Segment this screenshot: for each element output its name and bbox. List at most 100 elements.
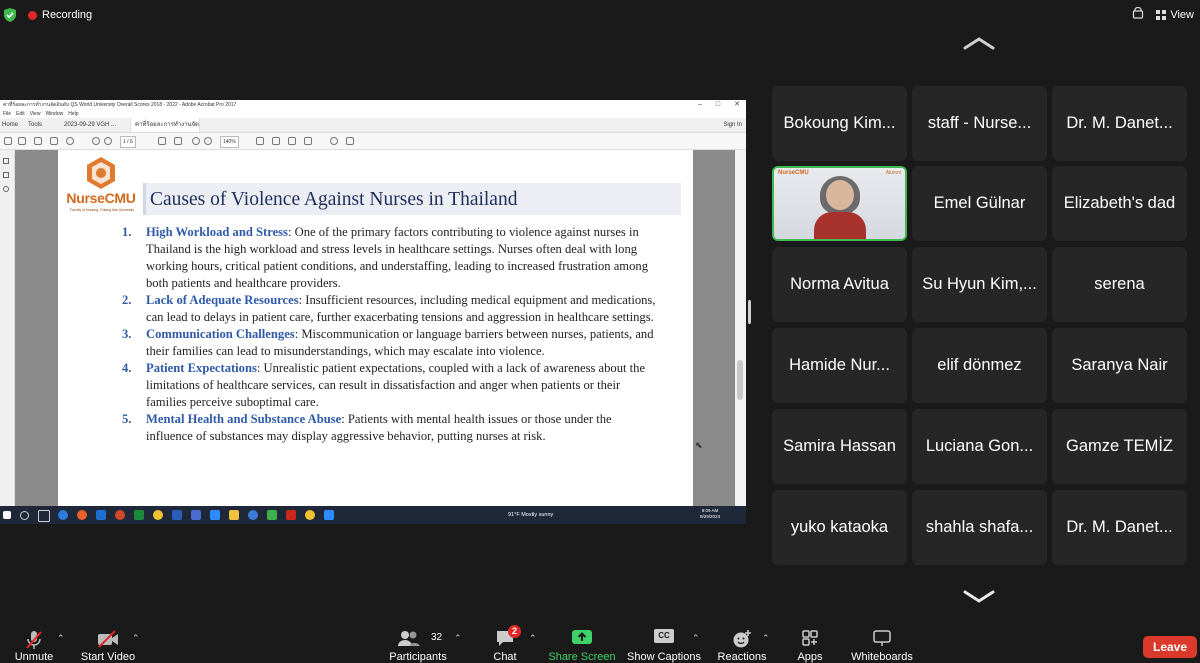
crop-icon[interactable] (256, 137, 264, 145)
menu-view[interactable]: View (30, 110, 41, 118)
menu-edit[interactable]: Edit (16, 110, 25, 118)
scrollbar-thumb[interactable] (737, 360, 743, 400)
active-speaker-tile[interactable]: NurseCMU Alumni (772, 166, 907, 241)
fit-page-icon[interactable] (272, 137, 280, 145)
word-icon[interactable] (172, 510, 182, 520)
participant-tile[interactable]: elif dönmez (912, 328, 1047, 403)
page-indicator[interactable]: 1 / 6 (120, 136, 136, 148)
pen-icon[interactable] (346, 137, 354, 145)
close-icon[interactable]: ✕ (734, 100, 740, 110)
tab-tools[interactable]: Tools (28, 118, 42, 132)
participant-tile[interactable]: Samira Hassan (772, 409, 907, 484)
video-options-chevron-icon[interactable]: ⌃ (132, 633, 140, 644)
chat-chevron-icon[interactable]: ⌃ (529, 633, 537, 644)
cloud-icon[interactable] (18, 137, 26, 145)
fullscreen-icon[interactable] (288, 137, 296, 145)
zoom-select[interactable]: 140% (220, 136, 239, 148)
participant-tile[interactable]: Emel Gülnar (912, 166, 1047, 241)
select-cursor-icon[interactable] (158, 137, 166, 145)
participant-tile[interactable]: Dr. M. Danet... (1052, 490, 1187, 565)
bookmark-icon[interactable] (3, 172, 9, 178)
tab-document-2[interactable]: ค่าที่ร้อยละการทำงานจัดอันดับ... (130, 118, 200, 142)
search-icon[interactable] (66, 137, 74, 145)
participants-chevron-icon[interactable]: ⌃ (454, 633, 462, 644)
teams-icon[interactable] (191, 510, 201, 520)
zoom-in-icon[interactable] (204, 137, 212, 145)
captions-chevron-icon[interactable]: ⌃ (692, 633, 700, 644)
excel-icon[interactable] (134, 510, 144, 520)
reactions-chevron-icon[interactable]: ⌃ (762, 633, 770, 644)
participant-tile[interactable]: serena (1052, 247, 1187, 322)
tab-home[interactable]: Home (2, 118, 18, 132)
participant-tile[interactable]: Su Hyun Kim,... (912, 247, 1047, 322)
participant-tile[interactable]: Luciana Gon... (912, 409, 1047, 484)
menu-file[interactable]: File (3, 110, 11, 118)
taskbar-clock[interactable]: 8:09 AM 9/29/2023 (700, 508, 720, 520)
participant-tile[interactable]: staff - Nurse... (912, 86, 1047, 161)
outlook-icon[interactable] (96, 510, 106, 520)
gallery-next-icon[interactable] (962, 590, 996, 609)
gallery-prev-icon[interactable] (962, 36, 996, 55)
split-resize-handle[interactable] (748, 300, 751, 324)
zoom-taskbar-2-icon[interactable] (324, 510, 334, 520)
whiteboards-button[interactable]: Whiteboards (846, 623, 918, 663)
slide-list: 1. High Workload and Stress: One of the p… (118, 224, 658, 445)
edge-icon[interactable] (58, 510, 68, 520)
app-icon[interactable] (115, 510, 125, 520)
immersive-icon[interactable] (1132, 6, 1144, 22)
task-view-icon[interactable] (38, 510, 50, 522)
participant-tile[interactable]: yuko kataoka (772, 490, 907, 565)
app-green-icon[interactable] (267, 510, 277, 520)
leave-button[interactable]: Leave (1143, 636, 1197, 658)
participant-tile[interactable]: Norma Avitua (772, 247, 907, 322)
hand-tool-icon[interactable] (174, 137, 182, 145)
save-icon[interactable] (4, 137, 12, 145)
menu-help[interactable]: Help (68, 110, 78, 118)
apps-button[interactable]: Apps (790, 623, 830, 663)
windows-start-icon[interactable] (3, 511, 11, 519)
taskbar-weather[interactable]: 91°F Mostly sunny (508, 506, 553, 524)
start-video-button[interactable]: Start Video (76, 623, 140, 663)
firefox-icon[interactable] (77, 510, 87, 520)
participant-tile[interactable]: Gamze TEMİZ (1052, 409, 1187, 484)
mail-icon[interactable] (50, 137, 58, 145)
participant-tile[interactable]: Bokoung Kim... (772, 86, 907, 161)
print-icon[interactable] (34, 137, 42, 145)
participant-tile[interactable]: Dr. M. Danet... (1052, 86, 1187, 161)
participant-tile[interactable]: Hamide Nur... (772, 328, 907, 403)
unmute-button[interactable]: Unmute (6, 623, 62, 663)
page-up-icon[interactable] (92, 137, 100, 145)
tab-document-1[interactable]: 2023-09-29 VGH ... (64, 118, 124, 132)
participants-button[interactable]: 32 Participants (386, 623, 450, 663)
share-screen-button[interactable]: Share Screen (548, 623, 616, 663)
participant-tile[interactable]: Saranya Nair (1052, 328, 1187, 403)
participant-tile[interactable]: Elizabeth's dad (1052, 166, 1187, 241)
menu-window[interactable]: Window (45, 110, 63, 118)
file-explorer-icon[interactable] (229, 510, 239, 520)
participant-tile[interactable]: shahla shafa... (912, 490, 1047, 565)
chrome-icon[interactable] (153, 510, 163, 520)
chrome-2-icon[interactable] (305, 510, 315, 520)
pdf-page[interactable]: NurseCMU Faculty of Nursing, Chiang Mai … (58, 150, 703, 506)
audio-options-chevron-icon[interactable]: ⌃ (57, 633, 65, 644)
maximize-icon[interactable]: □ (716, 100, 720, 110)
zoom-taskbar-icon[interactable] (210, 510, 220, 520)
zoom-out-icon[interactable] (192, 137, 200, 145)
show-captions-button[interactable]: CC Show Captions (626, 623, 702, 663)
acrobat-taskbar-icon[interactable] (286, 510, 296, 520)
document-scrollbar[interactable] (735, 150, 746, 506)
pages-panel-icon[interactable] (3, 158, 9, 164)
shared-screen[interactable]: ค่าที่ร้อยละการทำงานจัดอันดับ QS World U… (0, 100, 746, 524)
keyboard-icon[interactable] (304, 137, 312, 145)
taskbar-search-icon[interactable] (20, 511, 29, 520)
comment-icon[interactable] (330, 137, 338, 145)
minimize-icon[interactable]: – (698, 100, 702, 110)
view-button[interactable]: View (1156, 9, 1194, 21)
browser-icon[interactable] (248, 510, 258, 520)
attachment-icon[interactable] (3, 186, 9, 192)
sign-in-link[interactable]: Sign In (723, 118, 742, 132)
chat-button[interactable]: 2 Chat (484, 623, 526, 663)
security-shield-icon[interactable] (4, 8, 16, 27)
page-down-icon[interactable] (104, 137, 112, 145)
recording-indicator[interactable]: Recording (28, 7, 92, 23)
